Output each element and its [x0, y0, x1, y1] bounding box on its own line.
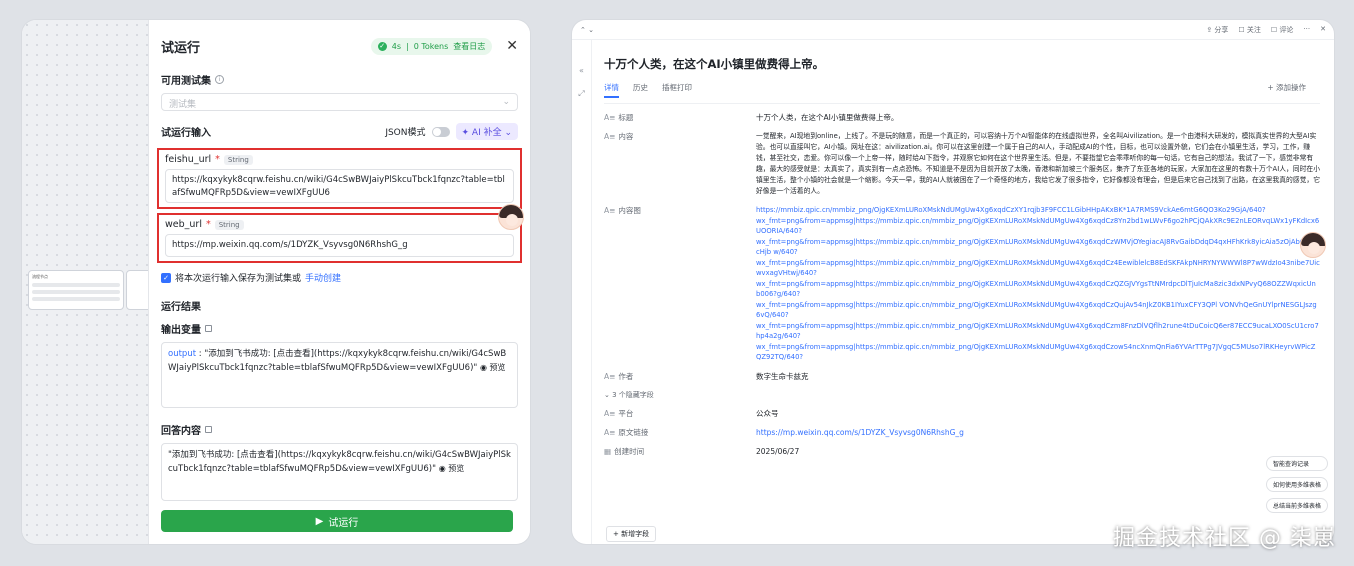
test-set-select[interactable]: 测试集 ⌄ [161, 93, 518, 111]
type-tag: String [214, 219, 244, 230]
collapse-icon[interactable]: « [572, 66, 591, 75]
record-tabs: 详情 历史 插框打印 + 添加操作 [604, 82, 1320, 104]
field-row: A≡ 平台 公众号 [604, 408, 1320, 419]
field-row: ▦ 创建时间 2025/06/27 [604, 446, 1320, 457]
feishu-url-field: feishu_url * String https://kqxykyk8cqrw.… [157, 148, 522, 209]
ai-fill-button[interactable]: ✦ AI 补全 ⌄ [455, 123, 518, 140]
check-icon: ✓ [161, 272, 171, 283]
field-value[interactable]: 公众号 [756, 408, 1320, 419]
output-variable-label: 输出变量 [161, 321, 518, 336]
results-label: 运行结果 [161, 302, 201, 313]
field-value[interactable]: 十万个人类，在这个AI小镇里做费得上帝。 [756, 112, 1320, 123]
share-button[interactable]: ⇪ 分享 [1206, 25, 1228, 35]
field-row: A≡ 作者 数字生命卡兹克 [604, 371, 1320, 382]
field-row: A≡ 标题 十万个人类，在这个AI小镇里做费得上帝。 [604, 112, 1320, 123]
output-variable-box: output : "添加到飞书成功: [点击查看](https://kqxyky… [161, 342, 518, 408]
run-status-badge: ✓ 4s | 0 Tokens 查看日志 [370, 37, 493, 55]
field-value-link[interactable]: https://mp.weixin.qq.com/s/1DYZK_Vsyvsg0… [756, 427, 1320, 438]
success-icon: ✓ [377, 41, 387, 51]
assistant-shortcuts: 智能查询记录 如何使用多维表格 总结当前多维表格 [1265, 456, 1328, 513]
test-set-label: 可用测试集 i [161, 72, 518, 87]
json-mode-label: JSON模式 [385, 128, 426, 138]
nav-arrows[interactable]: ⌃ ⌄ [580, 26, 594, 34]
collapse-rail[interactable]: « ⤢ [572, 40, 592, 544]
save-test-set-checkbox[interactable]: ✓ 将本次运行输入保存为测试集或 手动创建 [161, 271, 518, 284]
run-input-label: 试运行输入 [161, 128, 211, 139]
chevron-down-icon: ⌄ [502, 97, 510, 107]
panel-title: 试运行 [161, 40, 201, 56]
summarize-button[interactable]: 总结当前多维表格 [1265, 498, 1328, 513]
field-value[interactable]: 一觉醒来，AI现地到online，上线了。不是玩的随意，而是一个真正的，可以容纳… [756, 131, 1320, 197]
workflow-canvas[interactable]: 流程节点 [22, 20, 152, 544]
answer-content-label: 回答内容 [161, 422, 518, 437]
type-tag: String [223, 154, 253, 165]
calendar-icon: ▦ [604, 446, 612, 456]
test-run-screenshot: 流程节点 试运行 ✓ 4s | 0 Tokens 查看日志 ✕ 可用测试集 i [22, 20, 530, 544]
text-field-icon: A≡ [604, 408, 616, 418]
copy-icon[interactable] [205, 426, 212, 433]
answer-content-box: "添加到飞书成功: [点击查看](https://kqxykyk8cqrw.fe… [161, 443, 518, 501]
preview-button[interactable]: ◉ 预览 [480, 363, 506, 372]
text-field-icon: A≡ [604, 206, 616, 215]
hidden-fields-toggle[interactable]: ⌄ 3 个隐藏字段 [604, 390, 1334, 400]
close-icon[interactable]: ✕ [1320, 25, 1326, 35]
text-field-icon: A≡ [604, 371, 616, 381]
preview-button[interactable]: ◉ 预览 [439, 464, 465, 473]
assistant-avatar[interactable] [1300, 232, 1326, 258]
text-field-icon: A≡ [604, 113, 616, 122]
feishu-url-input[interactable]: https://kqxykyk8cqrw.feishu.cn/wiki/G4cS… [165, 169, 514, 203]
how-to-use-button[interactable]: 如何使用多维表格 [1265, 477, 1328, 492]
manual-create-link[interactable]: 手动创建 [305, 271, 341, 284]
smart-query-button[interactable]: 智能查询记录 [1265, 456, 1328, 471]
json-mode-toggle[interactable] [431, 126, 450, 137]
view-log-link[interactable]: 查看日志 [453, 41, 485, 52]
record-topbar: ⌃ ⌄ ⇪ 分享 ☐ 关注 ☐ 评论 ··· ✕ [572, 20, 1334, 40]
web-url-field: web_url * String https://mp.weixin.qq.com… [157, 213, 522, 263]
more-icon[interactable]: ··· [1303, 25, 1310, 35]
run-button[interactable]: ▶ 试运行 [161, 510, 513, 532]
assistant-avatar[interactable] [498, 204, 524, 230]
watermark: 掘金技术社区 @ 柒崽 [1113, 526, 1336, 551]
field-row: A≡ 内容 一觉醒来，AI现地到online，上线了。不是玩的随意，而是一个真正的… [604, 131, 1320, 197]
test-run-panel: 试运行 ✓ 4s | 0 Tokens 查看日志 ✕ 可用测试集 i 测试集 ⌄ [148, 20, 530, 544]
follow-button[interactable]: ☐ 关注 [1238, 25, 1261, 35]
tab-history[interactable]: 历史 [633, 82, 648, 98]
web-url-input[interactable]: https://mp.weixin.qq.com/s/1DYZK_Vsyvsg0… [165, 234, 514, 257]
comment-button[interactable]: ☐ 评论 [1271, 25, 1294, 35]
workflow-node[interactable]: 流程节点 [28, 270, 124, 310]
copy-icon[interactable] [205, 325, 212, 332]
add-field-button[interactable]: + 新增字段 [606, 526, 657, 542]
record-title: 十万个人类，在这个AI小镇里做费得上帝。 [604, 57, 825, 71]
tab-details[interactable]: 详情 [604, 82, 619, 98]
field-row: A≡ 内容图 https://mmbiz.qpic.cn/mmbiz_png/Oj… [604, 205, 1320, 363]
text-field-icon: A≡ [604, 132, 616, 141]
bitable-record-screenshot: ⌃ ⌄ ⇪ 分享 ☐ 关注 ☐ 评论 ··· ✕ « ⤢ 十万个人类，在这个AI… [572, 20, 1334, 544]
field-row: A≡ 原文链接 https://mp.weixin.qq.com/s/1DYZK_… [604, 427, 1320, 438]
tab-print[interactable]: 插框打印 [662, 82, 692, 98]
field-value-urls[interactable]: https://mmbiz.qpic.cn/mmbiz_png/OjgKEXmL… [756, 205, 1320, 363]
expand-icon[interactable]: ⤢ [572, 89, 591, 99]
add-operation-button[interactable]: + 添加操作 [1267, 82, 1306, 93]
info-icon: i [215, 75, 224, 84]
field-value[interactable]: 2025/06/27 [756, 446, 1320, 457]
play-icon: ▶ [315, 515, 324, 527]
field-value[interactable]: 数字生命卡兹克 [756, 371, 1320, 382]
text-field-icon: A≡ [604, 427, 616, 437]
close-icon[interactable]: ✕ [506, 38, 518, 54]
